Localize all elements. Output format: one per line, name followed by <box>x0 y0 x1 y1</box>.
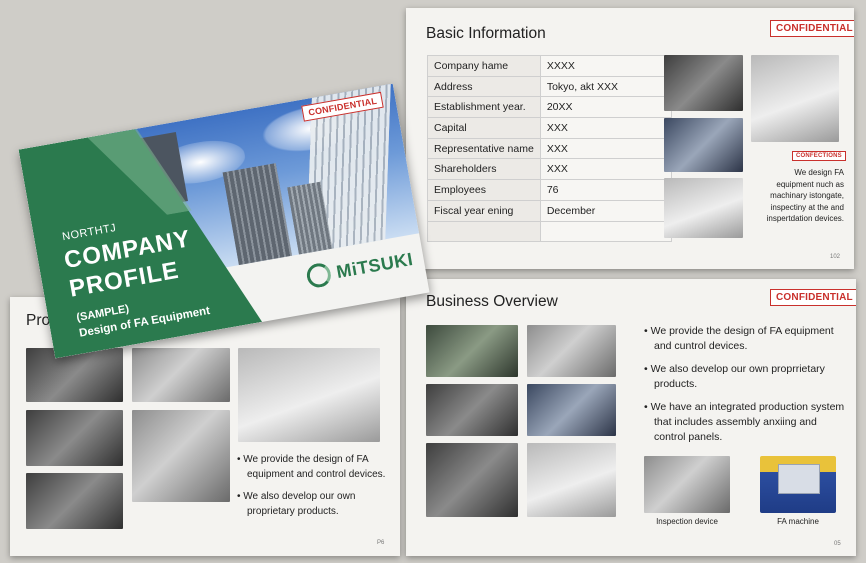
logo-wordmark: MiTSUKI <box>334 248 415 282</box>
info-row: Company hame XXXX <box>427 55 672 77</box>
photo-cabinet <box>26 473 123 529</box>
info-key: Capital <box>427 117 541 139</box>
info-key: Establishment year. <box>427 96 541 119</box>
bullet-item: • We have an integrated production syste… <box>644 401 845 443</box>
info-value: XXX <box>539 137 672 160</box>
photo-inspection-unit <box>527 443 616 517</box>
photo-machine-parts <box>664 55 743 111</box>
fa-machine-label: FA machine <box>777 517 819 526</box>
info-value: 20XX <box>539 96 672 119</box>
bullet-item: • We provide the design of FA equipment … <box>237 454 386 480</box>
page-number: 05 <box>834 541 841 547</box>
photo-control-panel <box>527 384 616 436</box>
photo-valve <box>426 384 518 436</box>
company-info-table: Company hame XXXX Address Tokyo, akt XXX Est… <box>427 55 672 243</box>
info-key: Shareholders <box>427 158 541 181</box>
page-number: 102 <box>830 254 841 260</box>
products-bullets: • We provide the design of FA equipment … <box>237 453 387 527</box>
info-value <box>539 220 672 243</box>
bullet-item: • We provide the design of FA equipment … <box>644 325 834 352</box>
confidential-stamp: CONFIDENTIAL <box>770 20 854 37</box>
info-row: Employees 76 <box>427 179 672 201</box>
info-key <box>427 220 541 243</box>
info-value: December <box>539 199 672 222</box>
info-row: Shareholders XXX <box>427 158 672 181</box>
photo-drilling <box>132 410 230 502</box>
photo-forklift-crane <box>751 55 839 142</box>
info-row: Establishment year. 20XX <box>427 96 672 119</box>
info-key: Employees <box>427 179 541 201</box>
basic-information-page: Basic Information CONFIDENTIAL Company h… <box>406 8 854 269</box>
info-row: Capital XXX <box>427 117 672 139</box>
info-value: XXX <box>539 158 672 181</box>
photo-green-coils <box>426 325 518 377</box>
business-overview-title: Business Overview <box>426 293 558 310</box>
business-bullets: • We provide the design of FA equipment … <box>644 324 851 453</box>
photo-robot-cell <box>664 118 743 172</box>
photo-parts-tray <box>26 410 123 466</box>
photo-inspection-device <box>644 456 730 513</box>
logo-ring-icon <box>304 261 333 290</box>
basic-caption: We design FA equipment nuch as machinary… <box>766 168 844 223</box>
info-value: XXXX <box>539 55 672 77</box>
photo-coil-stack <box>26 348 123 402</box>
info-key: Representative name <box>427 137 541 160</box>
info-row: Address Tokyo, akt XXX <box>427 75 672 98</box>
basic-information-title: Basic Information <box>426 25 546 42</box>
info-key: Fiscal year ening <box>427 199 541 222</box>
info-row: Representative name XXX <box>427 137 672 160</box>
photo-conveyor <box>238 348 380 442</box>
info-row: Fiscal year ening December <box>427 199 672 222</box>
confidential-stamp: CONFIDENTIAL <box>770 289 856 306</box>
photo-machine-base <box>132 348 230 402</box>
mitsuki-logo: MiTSUKI <box>304 247 415 290</box>
small-confidential-badge: CONFECTIONS <box>792 151 846 161</box>
bullet-item: • We also develop our own proprietary pr… <box>237 491 356 517</box>
info-key: Address <box>427 75 541 98</box>
info-row <box>427 220 672 243</box>
photo-metal-part <box>527 325 616 377</box>
page-number: P6 <box>377 540 385 546</box>
info-value: Tokyo, akt XXX <box>539 75 672 98</box>
info-value: 76 <box>539 179 672 201</box>
photo-scrap-metal <box>426 443 518 517</box>
photo-trucks <box>664 178 743 238</box>
products-title: Pro <box>26 312 51 329</box>
inspection-device-label: Inspection device <box>656 517 718 526</box>
info-value: XXX <box>539 117 672 139</box>
bullet-item: • We also develop our own proprrietary p… <box>644 363 825 390</box>
photo-fa-machine <box>760 456 836 513</box>
business-overview-page: Business Overview CONFIDENTIAL • We prov… <box>406 279 856 556</box>
info-key: Company hame <box>427 55 541 77</box>
